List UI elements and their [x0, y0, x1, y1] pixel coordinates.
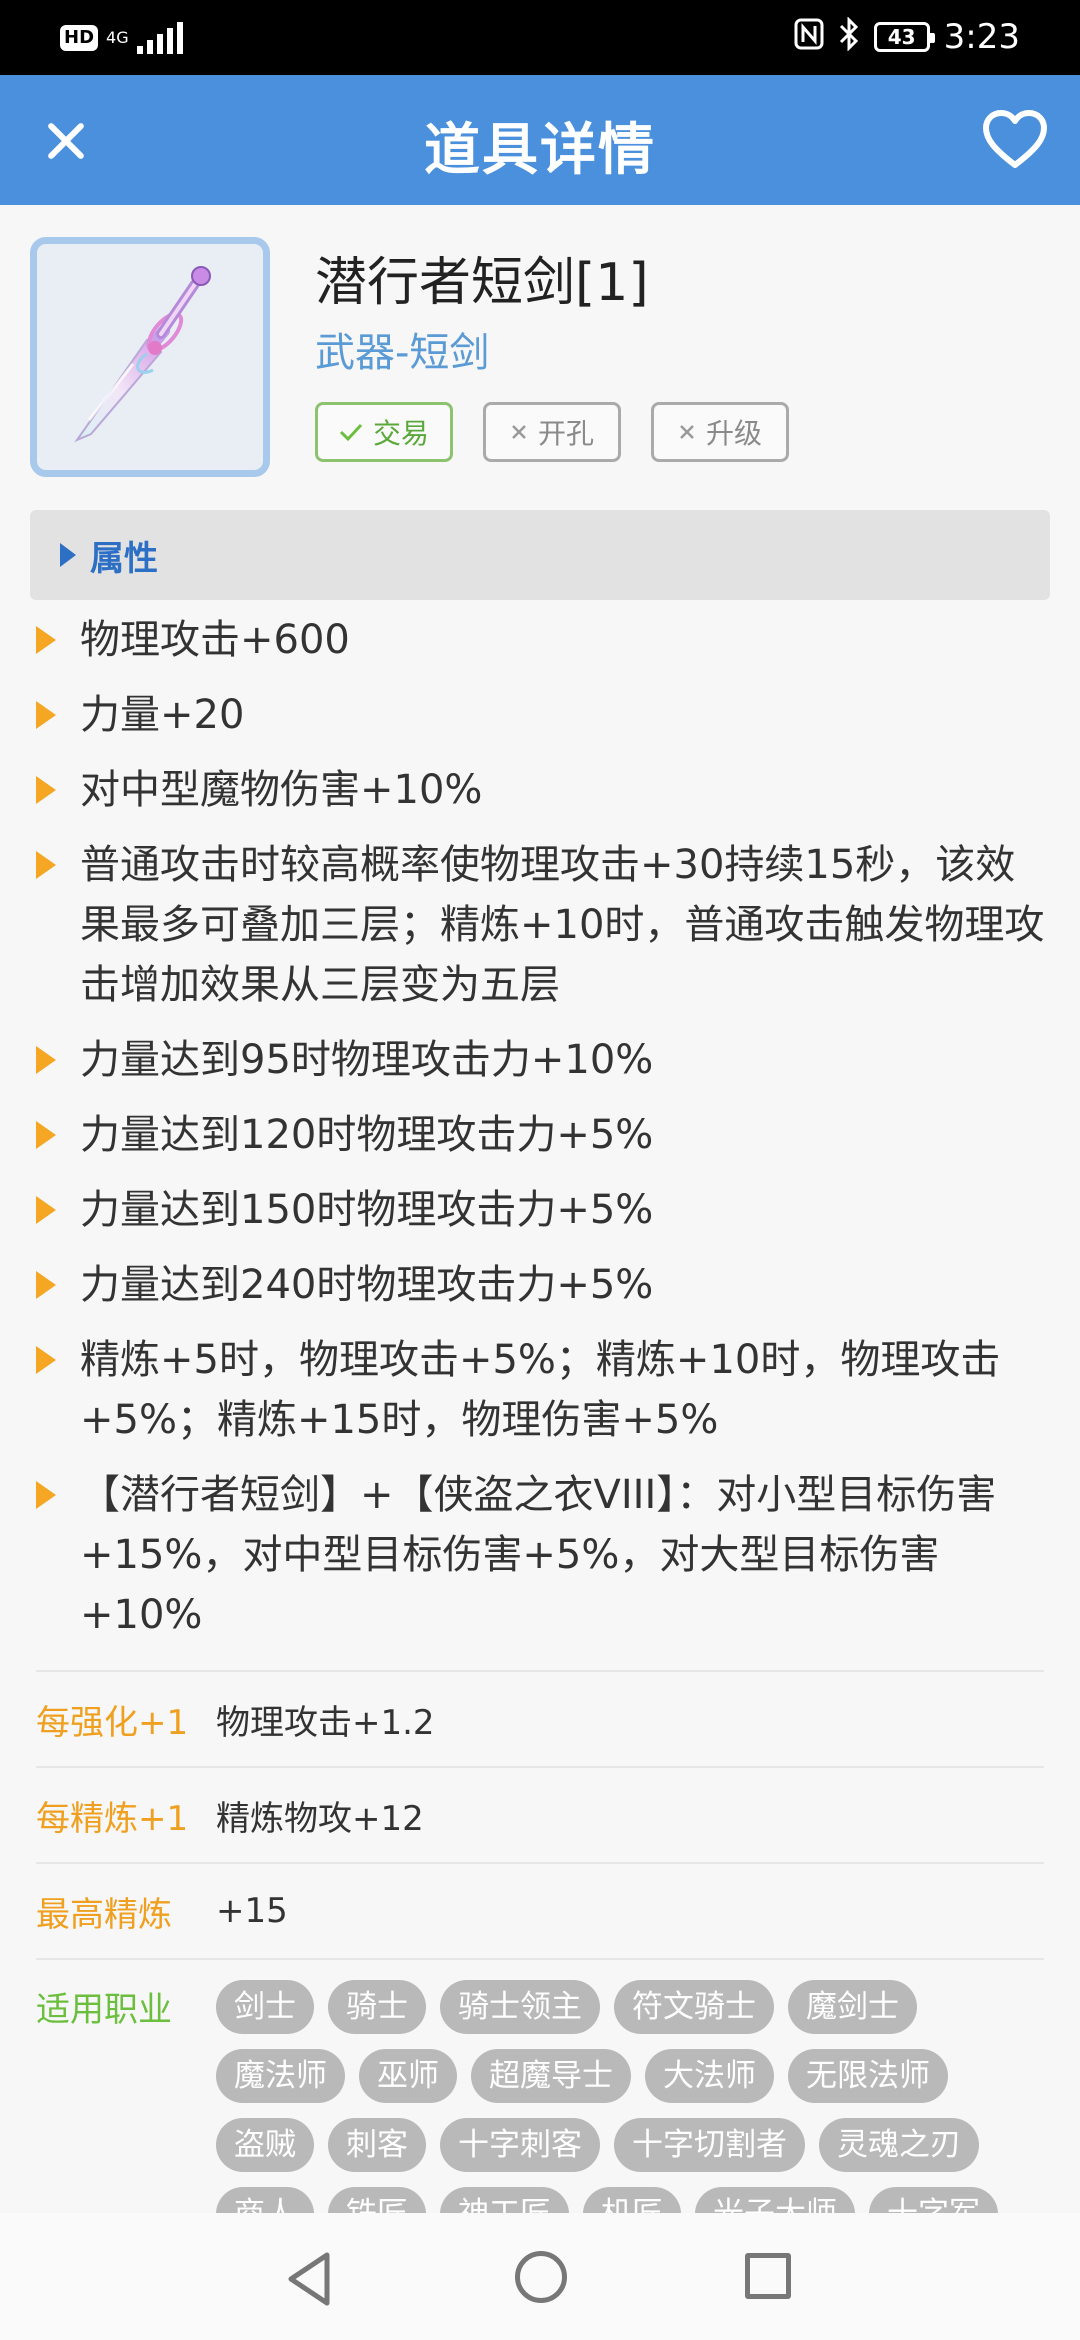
status-right: 43 3:23	[794, 14, 1020, 60]
attribute-text: 对中型魔物伤害+10%	[80, 767, 483, 813]
bullet-triangle-icon	[36, 1121, 56, 1149]
hd-icon: HD	[60, 25, 99, 51]
job-chip[interactable]: 骑士	[328, 1980, 426, 2034]
dagger-icon	[74, 266, 211, 443]
bullet-triangle-icon	[36, 1271, 56, 1299]
recent-apps-button[interactable]	[745, 2253, 791, 2299]
cross-icon	[512, 425, 526, 439]
page-title: 道具详情	[424, 118, 656, 183]
refine-value: 精炼物攻+12	[216, 1798, 424, 1839]
attribute-item: 普通攻击时较高概率使物理攻击+30持续15秒，该效果最多可叠加三层；精炼+10时…	[30, 835, 1050, 1015]
item-tags: 交易 开孔 升级	[315, 402, 789, 462]
job-chip[interactable]: 灵魂之刃	[819, 2118, 979, 2172]
refine-label: 每精炼+1	[36, 1798, 189, 1839]
bullet-triangle-icon	[36, 851, 56, 879]
expand-triangle-icon	[60, 543, 76, 567]
clock: 3:23	[943, 17, 1020, 57]
signal-icon	[136, 22, 183, 54]
enhance-value: 物理攻击+1.2	[216, 1702, 435, 1743]
cross-icon	[680, 425, 694, 439]
job-chip[interactable]: 刺客	[328, 2118, 426, 2172]
attribute-text: 力量达到95时物理攻击力+10%	[80, 1037, 654, 1083]
job-chip[interactable]: 骑士领主	[440, 1980, 600, 2034]
back-triangle-icon	[288, 2252, 330, 2306]
job-chip[interactable]: 大法师	[645, 2049, 774, 2103]
status-bar: HD 4G 43 3:23	[0, 0, 1080, 75]
home-button[interactable]	[515, 2251, 567, 2303]
attribute-item: 对中型魔物伤害+10%	[30, 760, 1050, 820]
bullet-triangle-icon	[36, 776, 56, 804]
attribute-text: 物理攻击+600	[80, 617, 350, 663]
bullet-triangle-icon	[36, 1196, 56, 1224]
enhance-label: 每强化+1	[36, 1702, 189, 1743]
attribute-text: 精炼+5时，物理攻击+5%；精炼+10时，物理攻击+5%；精炼+15时，物理伤害…	[80, 1337, 1001, 1443]
job-chip[interactable]: 无限法师	[788, 2049, 948, 2103]
attribute-item: 力量达到120时物理攻击力+5%	[30, 1105, 1050, 1165]
network-type: 4G	[106, 28, 129, 47]
job-chip[interactable]: 魔法师	[216, 2049, 345, 2103]
attribute-item: 力量达到150时物理攻击力+5%	[30, 1180, 1050, 1240]
status-left: HD 4G	[60, 18, 183, 58]
item-type: 武器-短剑	[315, 330, 490, 376]
job-chip[interactable]: 魔剑士	[788, 1980, 917, 2034]
attribute-text: 普通攻击时较高概率使物理攻击+30持续15秒，该效果最多可叠加三层；精炼+10时…	[80, 842, 1045, 1008]
bluetooth-icon	[838, 16, 860, 57]
attribute-item: 力量+20	[30, 685, 1050, 745]
job-chip[interactable]: 超魔导士	[471, 2049, 631, 2103]
attribute-item: 力量达到240时物理攻击力+5%	[30, 1255, 1050, 1315]
battery-icon: 43	[873, 22, 935, 52]
job-chip[interactable]: 十字切割者	[614, 2118, 805, 2172]
tag-upgrade: 升级	[651, 402, 789, 462]
jobs-label: 适用职业	[36, 1990, 172, 2030]
max-refine-label: 最高精炼	[36, 1894, 172, 1935]
attribute-text: 力量达到150时物理攻击力+5%	[80, 1187, 654, 1233]
job-chip[interactable]: 巫师	[359, 2049, 457, 2103]
attribute-item: 物理攻击+600	[30, 610, 1050, 670]
favorite-button[interactable]	[980, 105, 1050, 175]
enhance-row: 每强化+1 物理攻击+1.2	[36, 1670, 1044, 1766]
bullet-triangle-icon	[36, 1481, 56, 1509]
check-icon	[339, 423, 363, 442]
job-chip[interactable]: 十字刺客	[440, 2118, 600, 2172]
tag-tradeable: 交易	[315, 402, 453, 462]
job-chip[interactable]: 符文骑士	[614, 1980, 774, 2034]
back-button[interactable]	[285, 2251, 333, 2311]
refine-row: 每精炼+1 精炼物攻+12	[36, 1766, 1044, 1862]
job-chip[interactable]: 盗贼	[216, 2118, 314, 2172]
heart-icon	[983, 110, 1047, 168]
tag-label: 开孔	[537, 417, 594, 450]
section-label: 属性	[90, 538, 158, 579]
attribute-item: 力量达到95时物理攻击力+10%	[30, 1030, 1050, 1090]
job-chips: 剑士 骑士 骑士领主 符文骑士 魔剑士 魔法师 巫师 超魔导士 大法师 无限法师…	[216, 1980, 1044, 2241]
attribute-text: 力量达到120时物理攻击力+5%	[80, 1112, 654, 1158]
attribute-list: 物理攻击+600 力量+20 对中型魔物伤害+10% 普通攻击时较高概率使物理攻…	[30, 610, 1050, 1660]
item-image	[30, 237, 270, 477]
app-header: 道具详情	[0, 75, 1080, 205]
nfc-icon	[794, 18, 824, 56]
attribute-text: 【潜行者短剑】+【侠盗之衣VIII】：对小型目标伤害+15%，对中型目标伤害+5…	[80, 1472, 997, 1638]
max-refine-value: +15	[216, 1891, 288, 1931]
tag-label: 升级	[705, 417, 762, 450]
attribute-text: 力量+20	[80, 692, 245, 738]
job-chip[interactable]: 剑士	[216, 1980, 314, 2034]
bullet-triangle-icon	[36, 1346, 56, 1374]
bullet-triangle-icon	[36, 701, 56, 729]
attribute-text: 力量达到240时物理攻击力+5%	[80, 1262, 654, 1308]
bullet-triangle-icon	[36, 626, 56, 654]
tag-socket: 开孔	[483, 402, 621, 462]
tag-label: 交易	[372, 417, 429, 450]
max-refine-row: 最高精炼 +15	[36, 1862, 1044, 1958]
attributes-section-header[interactable]: 属性	[30, 510, 1050, 600]
bullet-triangle-icon	[36, 1046, 56, 1074]
system-nav-bar	[0, 2213, 1080, 2340]
item-name: 潜行者短剑[1]	[315, 253, 649, 313]
attribute-item: 精炼+5时，物理攻击+5%；精炼+10时，物理攻击+5%；精炼+15时，物理伤害…	[30, 1330, 1050, 1450]
attribute-item: 【潜行者短剑】+【侠盗之衣VIII】：对小型目标伤害+15%，对中型目标伤害+5…	[30, 1465, 1050, 1645]
